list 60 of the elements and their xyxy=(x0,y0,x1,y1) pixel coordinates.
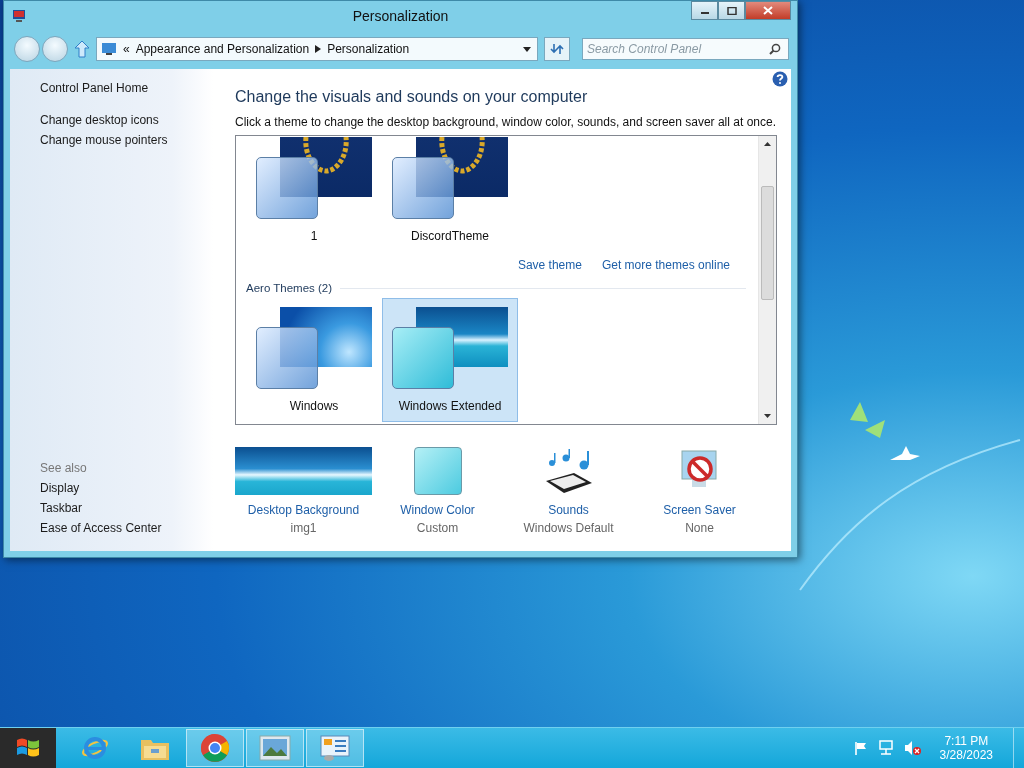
close-button[interactable] xyxy=(745,1,791,20)
setting-value: Custom xyxy=(416,521,459,535)
theme-item[interactable]: DiscordTheme xyxy=(382,136,518,252)
close-icon xyxy=(763,6,773,15)
taskbar-app-button[interactable] xyxy=(246,729,304,767)
monitor-icon xyxy=(12,9,26,23)
setting-value: Windows Default xyxy=(523,521,614,535)
setting-link[interactable]: Desktop Background xyxy=(247,503,360,517)
refresh-button[interactable] xyxy=(544,37,570,61)
vertical-scrollbar[interactable] xyxy=(758,136,776,424)
address-bar[interactable]: « Appearance and Personalization Personalization xyxy=(96,37,538,61)
group-heading: Aero Themes (2) xyxy=(246,282,333,294)
search-icon xyxy=(769,43,781,55)
taskbar-app-button[interactable] xyxy=(186,729,244,767)
see-also-link[interactable]: Display xyxy=(40,481,213,495)
breadcrumb-overflow[interactable]: « xyxy=(123,42,130,56)
maximize-icon xyxy=(726,6,737,15)
sidebar-link[interactable]: Control Panel Home xyxy=(40,81,213,95)
scroll-down-arrow-icon[interactable] xyxy=(764,414,771,418)
page-heading: Change the visuals and sounds on your computer xyxy=(235,88,589,106)
theme-item[interactable]: Windows xyxy=(246,298,382,422)
see-also-link[interactable]: Ease of Access Center xyxy=(40,521,213,535)
help-icon[interactable] xyxy=(772,71,788,87)
flag-icon[interactable] xyxy=(853,741,868,755)
theme-link[interactable]: Save theme xyxy=(517,258,582,272)
network-icon[interactable] xyxy=(877,740,894,756)
taskbar-app-button[interactable] xyxy=(306,729,364,767)
landscape-picture-icon xyxy=(259,735,291,761)
setting-value: img1 xyxy=(290,521,317,535)
breadcrumb-item[interactable]: Personalization xyxy=(327,42,410,56)
window-title: Personalization xyxy=(352,8,449,24)
setting-link[interactable]: Screen Saver xyxy=(663,503,736,517)
maximize-button[interactable] xyxy=(718,1,745,20)
control-panel-icon xyxy=(319,734,351,762)
volume-muted-icon[interactable] xyxy=(903,740,922,756)
refresh-icon xyxy=(550,42,564,56)
color-swatch-icon[interactable] xyxy=(413,447,462,495)
chevron-right-icon xyxy=(315,45,322,53)
start-button[interactable] xyxy=(0,728,56,768)
setting-value: None xyxy=(685,521,714,535)
sidebar-link[interactable]: Change mouse pointers xyxy=(40,133,213,147)
scroll-up-arrow-icon[interactable] xyxy=(764,142,771,146)
breadcrumb-item[interactable]: Appearance and Personalization xyxy=(135,42,310,56)
theme-link[interactable]: Get more themes online xyxy=(601,258,730,272)
page-description: Click a theme to change the desktop background, window color, sounds, and screen saver all at once. xyxy=(235,115,777,129)
e-browser-icon xyxy=(80,734,110,762)
up-arrow-icon[interactable] xyxy=(74,40,90,58)
monitor-icon xyxy=(101,42,117,56)
minimize-button[interactable] xyxy=(691,1,718,20)
see-also-heading: See also xyxy=(40,461,88,475)
theme-item[interactable]: 1 xyxy=(246,136,382,252)
see-also-link[interactable]: Taskbar xyxy=(40,501,213,515)
theme-item[interactable]: Windows Extended xyxy=(382,298,518,422)
search-field[interactable]: Search Control Panel xyxy=(582,38,789,60)
chrome-icon xyxy=(200,733,230,763)
sidebar-link[interactable]: Change desktop icons xyxy=(40,113,213,127)
setting-link[interactable]: Window Color xyxy=(400,503,475,517)
dropdown-caret-icon[interactable] xyxy=(523,46,531,52)
wallpaper-thumbnail[interactable] xyxy=(235,447,372,495)
setting-link[interactable]: Sounds xyxy=(548,503,589,517)
